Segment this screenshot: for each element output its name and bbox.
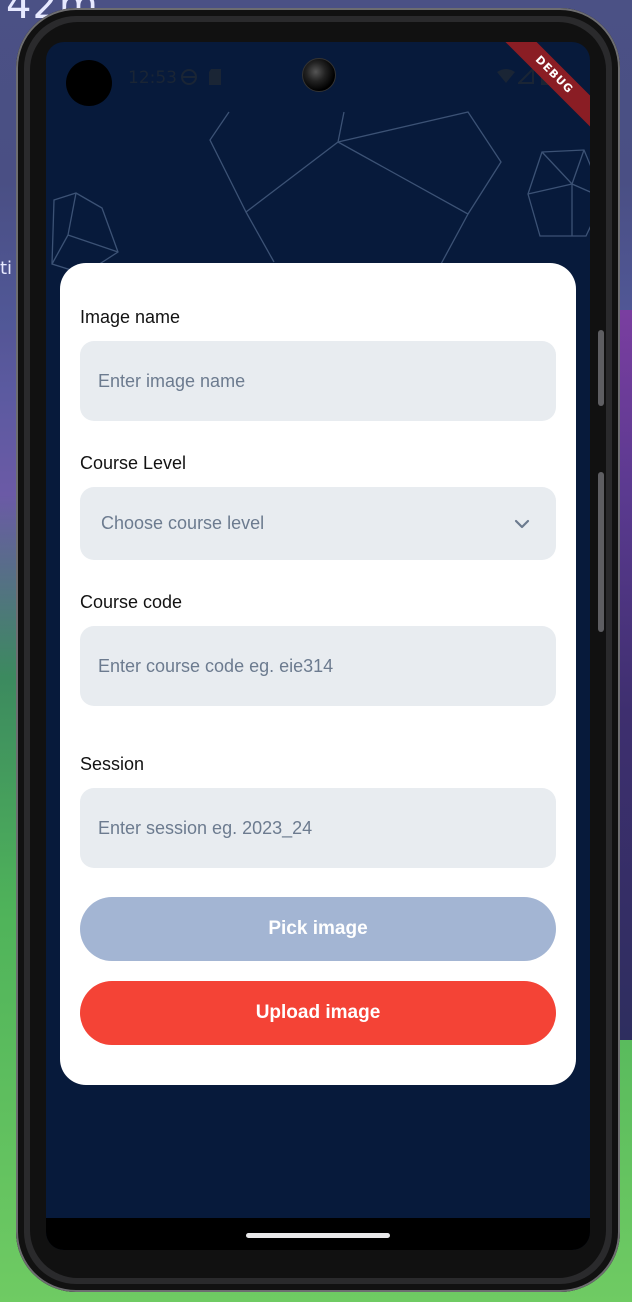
navigation-bar [46, 1218, 590, 1250]
status-bar: 12:53 DEBUG [46, 42, 590, 133]
data-saver-icon [180, 68, 198, 90]
phone-screen: 12:53 DEBUG Image name Course Level Choo… [46, 42, 590, 1250]
pick-image-button[interactable]: Pick image [80, 897, 556, 961]
upload-form-card: Image name Course Level Choose course le… [60, 263, 576, 1085]
course-code-input[interactable] [96, 654, 556, 678]
course-code-label: Course code [80, 592, 183, 612]
sd-card-icon [208, 68, 222, 90]
punch-hole [66, 60, 112, 106]
course-code-field[interactable] [80, 626, 556, 706]
session-input[interactable] [96, 816, 556, 840]
course-level-label: Course Level [80, 453, 187, 473]
upload-image-button[interactable]: Upload image [80, 981, 556, 1045]
session-label: Session [80, 754, 145, 774]
power-button[interactable] [598, 330, 604, 406]
chevron-down-icon [514, 516, 530, 532]
image-name-input[interactable] [96, 369, 556, 393]
volume-button[interactable] [598, 472, 604, 632]
status-time: 12:53 [128, 68, 177, 88]
course-level-placeholder: Choose course level [101, 513, 265, 533]
course-level-dropdown[interactable]: Choose course level [80, 487, 556, 560]
wifi-icon [496, 68, 516, 88]
home-indicator[interactable] [246, 1233, 390, 1238]
image-name-label: Image name [80, 307, 181, 327]
desktop-side-text: ti [0, 258, 13, 279]
signal-icon [516, 66, 534, 88]
image-name-field[interactable] [80, 341, 556, 421]
session-field[interactable] [80, 788, 556, 868]
front-camera [302, 58, 336, 92]
